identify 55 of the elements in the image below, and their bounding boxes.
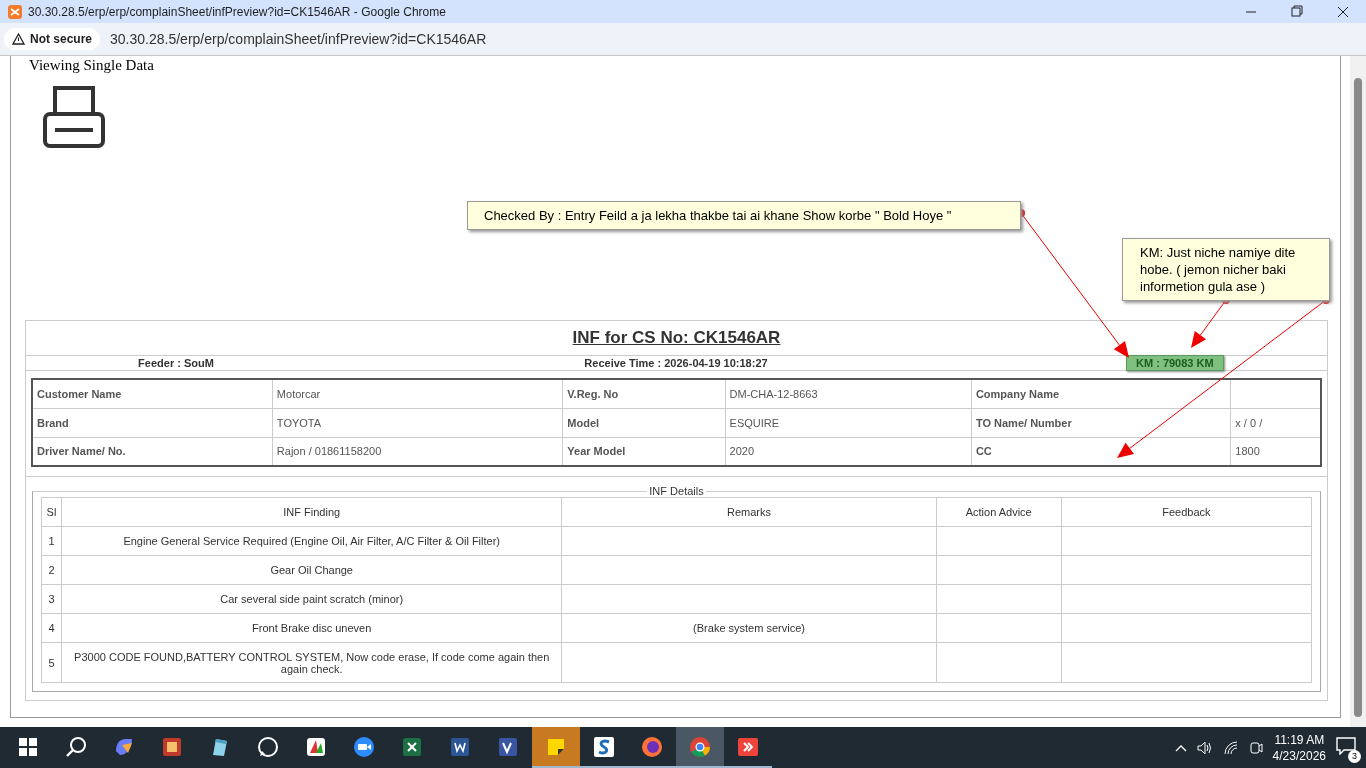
receive-time-text: Receive Time : 2026-04-19 10:18:27 <box>583 357 769 369</box>
column-header: Sl <box>41 497 62 527</box>
chat-app-icon[interactable] <box>256 734 280 759</box>
table-cell: DM-CHA-12-8663 <box>725 379 972 408</box>
table-cell: 2 <box>41 555 62 585</box>
table-cell: 3 <box>41 584 62 614</box>
table-cell: 5 <box>41 642 62 683</box>
table-cell: TO Name/ Number <box>971 408 1231 437</box>
print-icon[interactable] <box>43 86 105 148</box>
warning-icon <box>12 33 25 45</box>
clock[interactable]: 11:19 AM 4/23/2026 <box>1272 731 1326 764</box>
windows-start-icon[interactable] <box>19 737 37 756</box>
column-header: INF Finding <box>61 497 562 527</box>
report-title: INF for CS No: CK1546AR <box>572 328 781 348</box>
table-cell: Motorcar <box>272 379 563 408</box>
table-cell: Car several side paint scratch (minor) <box>61 584 562 614</box>
table-cell: 1 <box>41 526 62 556</box>
scrollbar[interactable] <box>1350 56 1366 727</box>
camera-icon[interactable] <box>1248 739 1263 756</box>
annotation-callout: Checked By : Entry Feild a ja lekha thakbe tai ai khane Show korbe " Bold Hoye " <box>467 201 1021 230</box>
security-chip[interactable]: Not secure <box>4 28 101 50</box>
table-cell: Front Brake disc uneven <box>61 613 562 643</box>
table-cell: TOYOTA <box>272 408 563 437</box>
feeder-text: Feeder : SouM <box>137 357 215 369</box>
table-cell: (Brake system service) <box>561 613 937 643</box>
column-header: Feedback <box>1061 497 1312 527</box>
page-heading: Viewing Single Data <box>28 56 155 75</box>
browser-app-icon[interactable] <box>640 734 664 759</box>
notification-icon[interactable] <box>1336 736 1356 755</box>
window-title: 30.30.28.5/erp/erp/complainSheet/infPreview?id=CK1546AR - Google Chrome <box>28 4 447 19</box>
column-header: Remarks <box>561 497 937 527</box>
table-cell: Engine General Service Required (Engine Oil, Air Filter, A/C Filter & Oil Filter) <box>61 526 562 556</box>
table-cell: Brand <box>32 408 273 437</box>
browser-app-icon[interactable] <box>688 734 712 759</box>
app-logo-icon <box>8 4 22 19</box>
search-icon[interactable] <box>65 735 87 758</box>
section-legend: INF Details <box>647 485 706 497</box>
notification-badge: 3 <box>1348 749 1361 763</box>
table-cell: ESQUIRE <box>725 408 972 437</box>
table-cell: Gear Oil Change <box>61 555 562 585</box>
km-badge: KM : 79083 KM <box>1126 355 1224 371</box>
speaker-icon[interactable] <box>1196 740 1213 755</box>
chevron-up-icon[interactable] <box>1174 743 1187 752</box>
column-header: Action Advice <box>936 497 1062 527</box>
table-cell: Customer Name <box>32 379 273 408</box>
s-curve-app-icon[interactable] <box>592 734 616 759</box>
url-field[interactable]: 30.30.28.5/erp/erp/complainSheet/infPreview?id=CK1546AR <box>110 31 487 47</box>
table-cell: 4 <box>41 613 62 643</box>
video-app-icon[interactable] <box>352 734 376 759</box>
table-cell: P3000 CODE FOUND,BATTERY CONTROL SYSTEM, Now code erase, If code come again then again check. <box>61 642 562 683</box>
table-cell: V.Reg. No <box>562 379 726 408</box>
annotation-callout: KM: Just niche namiye dite hobe. ( jemon nicher baki informetion gula ase ) <box>1122 238 1330 301</box>
table-cell: Company Name <box>971 379 1231 408</box>
wifi-icon[interactable] <box>1222 740 1239 755</box>
table-cell: Model <box>562 408 726 437</box>
